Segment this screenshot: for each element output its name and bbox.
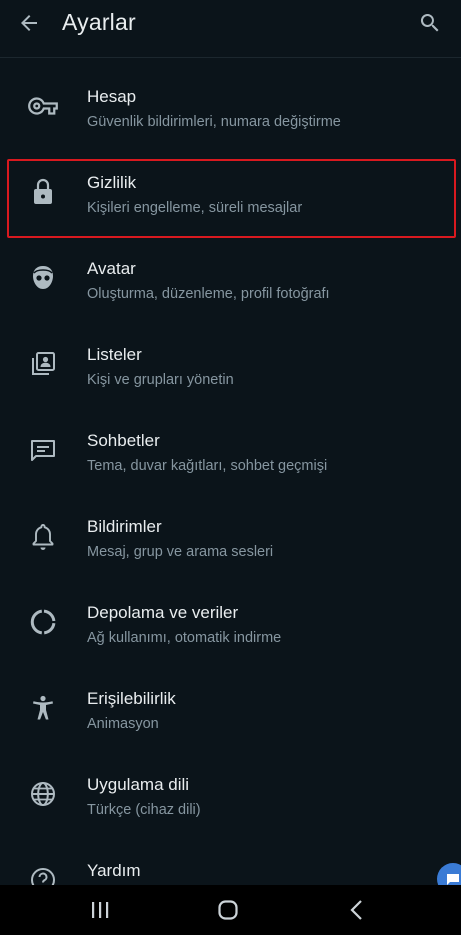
accessibility-icon [26,691,60,725]
item-label: Bildirimler [87,517,162,536]
settings-item-app-language[interactable]: Uygulama dili Türkçe (cihaz dili) [0,762,461,848]
key-icon [26,89,60,123]
search-button[interactable] [413,6,447,40]
bell-icon [26,519,60,553]
header-divider [0,57,461,58]
chat-icon [26,433,60,467]
item-subtitle: Oluşturma, düzenleme, profil fotoğrafı [87,286,330,302]
item-subtitle: Kişi ve grupları yönetin [87,372,234,388]
settings-item-lists[interactable]: Listeler Kişi ve grupları yönetin [0,332,461,418]
item-label: Sohbetler [87,431,160,450]
item-subtitle: Türkçe (cihaz dili) [87,802,201,818]
settings-item-avatar[interactable]: Avatar Oluşturma, düzenleme, profil foto… [0,246,461,332]
recent-apps-button[interactable] [80,895,120,925]
home-button[interactable] [208,895,248,925]
back-nav-button[interactable] [337,895,377,925]
globe-icon [26,777,60,811]
item-subtitle: Ağ kullanımı, otomatik indirme [87,630,282,646]
arrow-left-icon [21,15,37,31]
settings-item-help[interactable]: Yardım [0,848,461,885]
item-subtitle: Güvenlik bildirimleri, numara değiştirme [87,114,341,130]
help-icon [26,863,60,885]
system-nav-bar [0,885,461,935]
settings-item-account[interactable]: Hesap Güvenlik bildirimleri, numara deği… [0,74,461,160]
item-subtitle: Tema, duvar kağıtları, sohbet geçmişi [87,458,328,474]
item-label: Listeler [87,345,142,364]
settings-item-storage[interactable]: Depolama ve veriler Ağ kullanımı, otomat… [0,590,461,676]
search-icon [420,14,439,32]
item-label: Erişilebilirlik [87,689,176,708]
settings-item-notifications[interactable]: Bildirimler Mesaj, grup ve arama sesleri [0,504,461,590]
highlight-box [7,159,456,238]
chevron-left-icon [350,900,362,920]
settings-item-accessibility[interactable]: Erişilebilirlik Animasyon [0,676,461,762]
item-subtitle: Animasyon [87,716,159,732]
lists-icon [26,347,60,381]
avatar-icon [26,261,60,295]
home-icon [218,900,238,920]
app-bar: Ayarlar [0,0,461,46]
item-label: Depolama ve veriler [87,603,239,622]
back-button[interactable] [12,6,46,40]
item-label: Hesap [87,87,137,106]
item-label: Avatar [87,259,136,278]
settings-item-chats[interactable]: Sohbetler Tema, duvar kağıtları, sohbet … [0,418,461,504]
page-title: Ayarlar [62,9,136,35]
item-label: Uygulama dili [87,775,190,794]
item-subtitle: Mesaj, grup ve arama sesleri [87,544,274,560]
item-label: Yardım [87,861,141,880]
recent-apps-icon [92,902,109,918]
storage-icon [26,605,60,639]
